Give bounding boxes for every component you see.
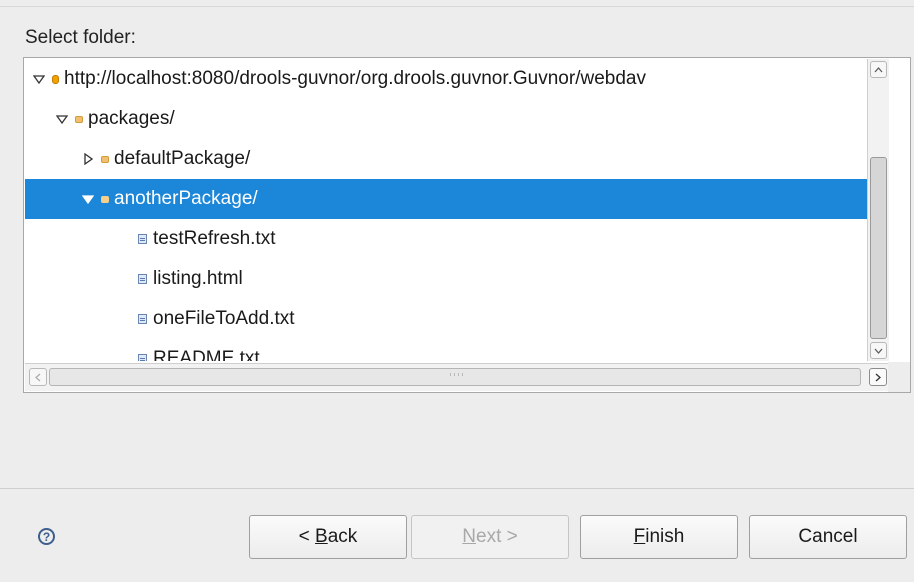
tree-row-label: listing.html (153, 268, 243, 289)
select-folder-label: Select folder: (25, 27, 136, 48)
scroll-down-button[interactable] (870, 342, 887, 359)
tree-viewport[interactable]: http://localhost:8080/drools-guvnor/org.… (25, 59, 889, 361)
next-button[interactable]: Next > (411, 515, 569, 559)
finish-button[interactable]: Finish (580, 515, 738, 559)
folder-icon (75, 115, 83, 123)
tree-row-root[interactable]: http://localhost:8080/drools-guvnor/org.… (25, 59, 889, 99)
tree-row-file[interactable]: listing.html (25, 259, 889, 299)
tree-row-label: packages/ (88, 108, 175, 129)
text-file-icon (138, 354, 147, 361)
vertical-scrollbar[interactable] (867, 59, 889, 361)
expanded-triangle-icon[interactable] (32, 72, 46, 86)
tree-row-label: anotherPackage/ (114, 188, 258, 209)
text-file-icon (138, 314, 147, 324)
expanded-triangle-icon[interactable] (81, 192, 95, 206)
scroll-corner (888, 362, 910, 392)
horizontal-scrollbar[interactable] (25, 363, 889, 391)
help-icon[interactable]: ? (38, 528, 55, 545)
expanded-triangle-icon[interactable] (55, 112, 69, 126)
tree-row-label: http://localhost:8080/drools-guvnor/org.… (64, 68, 646, 89)
tree-row-label: README.txt (153, 348, 260, 361)
text-file-icon (138, 234, 147, 244)
tree-row-defaultpackage[interactable]: defaultPackage/ (25, 139, 889, 179)
tree-row-file[interactable]: README.txt (25, 339, 889, 361)
folder-icon (101, 195, 109, 203)
button-bar-divider (0, 488, 914, 489)
tree-row-file[interactable]: oneFileToAdd.txt (25, 299, 889, 339)
tree-row-anotherpackage[interactable]: anotherPackage/ (25, 179, 889, 219)
folder-tree[interactable]: http://localhost:8080/drools-guvnor/org.… (23, 57, 911, 393)
horizontal-scroll-thumb[interactable] (49, 368, 861, 386)
cancel-button[interactable]: Cancel (749, 515, 907, 559)
back-button[interactable]: < Back (249, 515, 407, 559)
top-divider (0, 6, 914, 7)
scroll-grip-icon (450, 373, 464, 376)
server-icon (52, 74, 59, 84)
scroll-up-button[interactable] (870, 61, 887, 78)
tree-row-packages[interactable]: packages/ (25, 99, 889, 139)
tree-row-label: testRefresh.txt (153, 228, 276, 249)
vertical-scroll-thumb[interactable] (870, 157, 887, 339)
tree-row-label: oneFileToAdd.txt (153, 308, 295, 329)
scroll-right-button[interactable] (869, 368, 887, 386)
collapsed-triangle-icon[interactable] (81, 152, 95, 166)
folder-icon (101, 155, 109, 163)
tree-row-file[interactable]: testRefresh.txt (25, 219, 889, 259)
scroll-left-button[interactable] (29, 368, 47, 386)
tree-row-label: defaultPackage/ (114, 148, 251, 169)
html-file-icon (138, 274, 147, 284)
